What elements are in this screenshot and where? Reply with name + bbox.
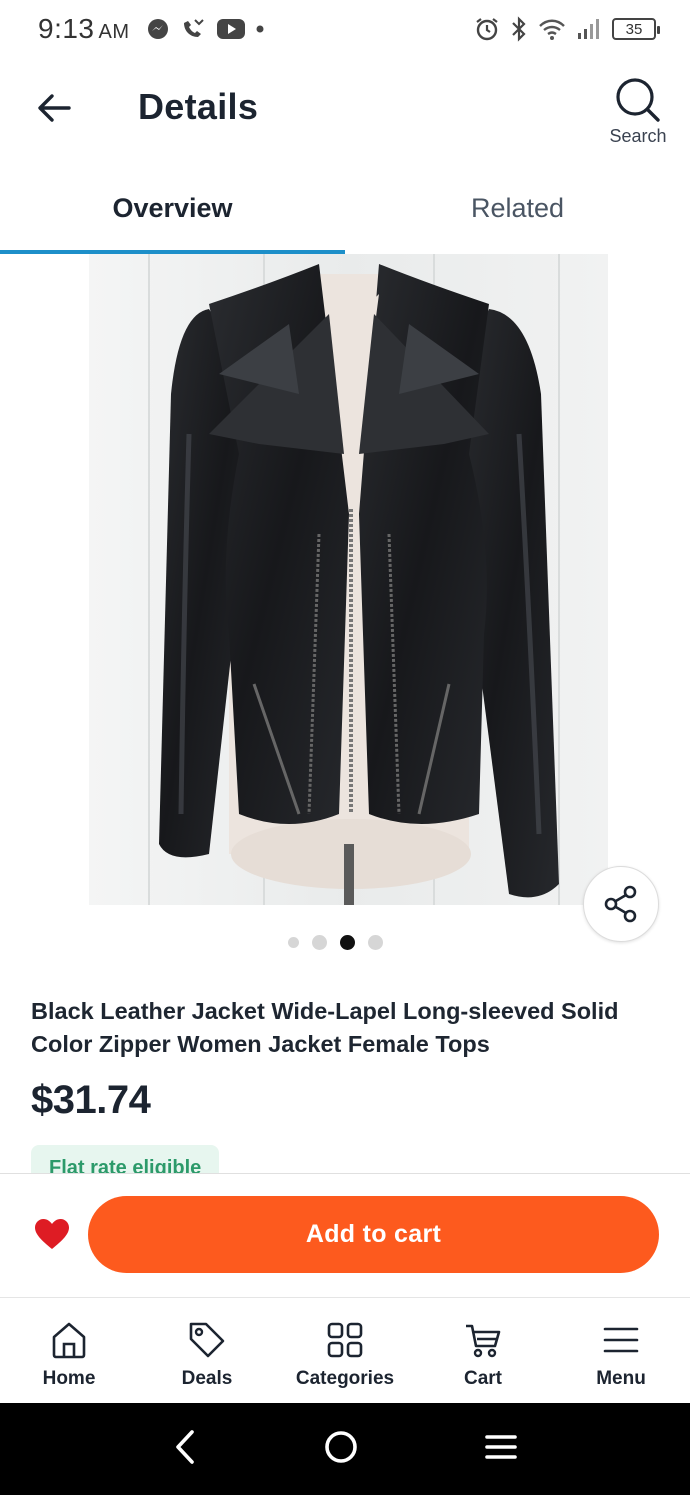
- nav-deals-label: Deals: [181, 1368, 233, 1389]
- tab-bar: Overview Related: [0, 162, 690, 254]
- add-to-cart-bar: Add to cart: [0, 1173, 690, 1297]
- tab-overview[interactable]: Overview: [0, 162, 345, 254]
- system-home-button[interactable]: [323, 1429, 359, 1470]
- carousel-dot[interactable]: [367, 935, 383, 950]
- share-button[interactable]: [583, 866, 659, 942]
- missed-call-icon: [183, 19, 204, 37]
- youtube-icon: [216, 19, 245, 39]
- add-to-cart-button[interactable]: Add to cart: [88, 1196, 659, 1273]
- nav-categories[interactable]: Categories: [276, 1298, 414, 1403]
- app-bar: Details Search: [0, 58, 690, 162]
- jacket-illustration: [89, 254, 608, 905]
- tab-related[interactable]: Related: [345, 162, 690, 254]
- battery-indicator: 35: [612, 18, 660, 40]
- cart-icon: [466, 1324, 501, 1358]
- system-status-icons: 35: [474, 16, 660, 42]
- home-circle-icon: [325, 1430, 357, 1463]
- favorite-button[interactable]: [34, 1218, 70, 1252]
- arrow-left-icon: [38, 94, 71, 122]
- carousel-dot-active[interactable]: [339, 935, 355, 950]
- details-screen: 9:13 AM 35 Details Search Overview Relate…: [0, 0, 690, 1495]
- product-title: Black Leather Jacket Wide-Lapel Long-sle…: [31, 998, 619, 1057]
- nav-categories-label: Categories: [295, 1368, 395, 1389]
- nav-cart[interactable]: Cart: [414, 1298, 552, 1403]
- menu-icon: [603, 1327, 639, 1353]
- carousel-dot[interactable]: [287, 937, 299, 948]
- dot-icon: [256, 25, 263, 33]
- product-image[interactable]: [89, 254, 608, 905]
- flat-rate-badge: Flat rate eligible: [31, 1145, 220, 1173]
- wifi-icon: [539, 19, 565, 40]
- bluetooth-icon: [512, 16, 526, 42]
- nav-menu[interactable]: Menu: [552, 1298, 690, 1403]
- bottom-nav: Home Deals Categories Cart Menu: [0, 1297, 690, 1403]
- carousel-dots: [0, 935, 690, 950]
- nav-home[interactable]: Home: [0, 1298, 138, 1403]
- nav-cart-label: Cart: [463, 1368, 502, 1389]
- recents-icon: [485, 1434, 517, 1459]
- chevron-left-icon: [176, 1429, 194, 1464]
- signal-icon: [578, 19, 599, 39]
- share-icon: [604, 885, 637, 923]
- search-label: Search: [609, 126, 667, 146]
- grid-icon: [327, 1322, 363, 1358]
- nav-home-label: Home: [42, 1368, 96, 1389]
- search-icon: [616, 78, 660, 122]
- status-bar: 9:13 AM 35: [0, 0, 690, 58]
- system-back-button[interactable]: [173, 1429, 197, 1470]
- notification-icons: [146, 17, 264, 41]
- product-price: $31.74: [31, 1078, 151, 1122]
- nav-menu-label: Menu: [596, 1368, 646, 1389]
- system-recents-button[interactable]: [485, 1433, 517, 1466]
- messenger-icon: [147, 19, 168, 39]
- back-button[interactable]: [32, 86, 76, 130]
- page-title: Details: [138, 86, 259, 127]
- tag-icon: [189, 1322, 225, 1358]
- alarm-icon: [476, 18, 498, 41]
- status-time: 9:13 AM: [38, 13, 130, 44]
- carousel-dot[interactable]: [311, 935, 327, 950]
- heart-icon: [35, 1219, 69, 1249]
- search-button[interactable]: Search: [606, 76, 670, 147]
- home-icon: [52, 1322, 86, 1359]
- nav-deals[interactable]: Deals: [138, 1298, 276, 1403]
- flat-rate-badge-container: Flat rate eligible: [31, 1145, 220, 1173]
- system-navigation-bar: [0, 1403, 690, 1495]
